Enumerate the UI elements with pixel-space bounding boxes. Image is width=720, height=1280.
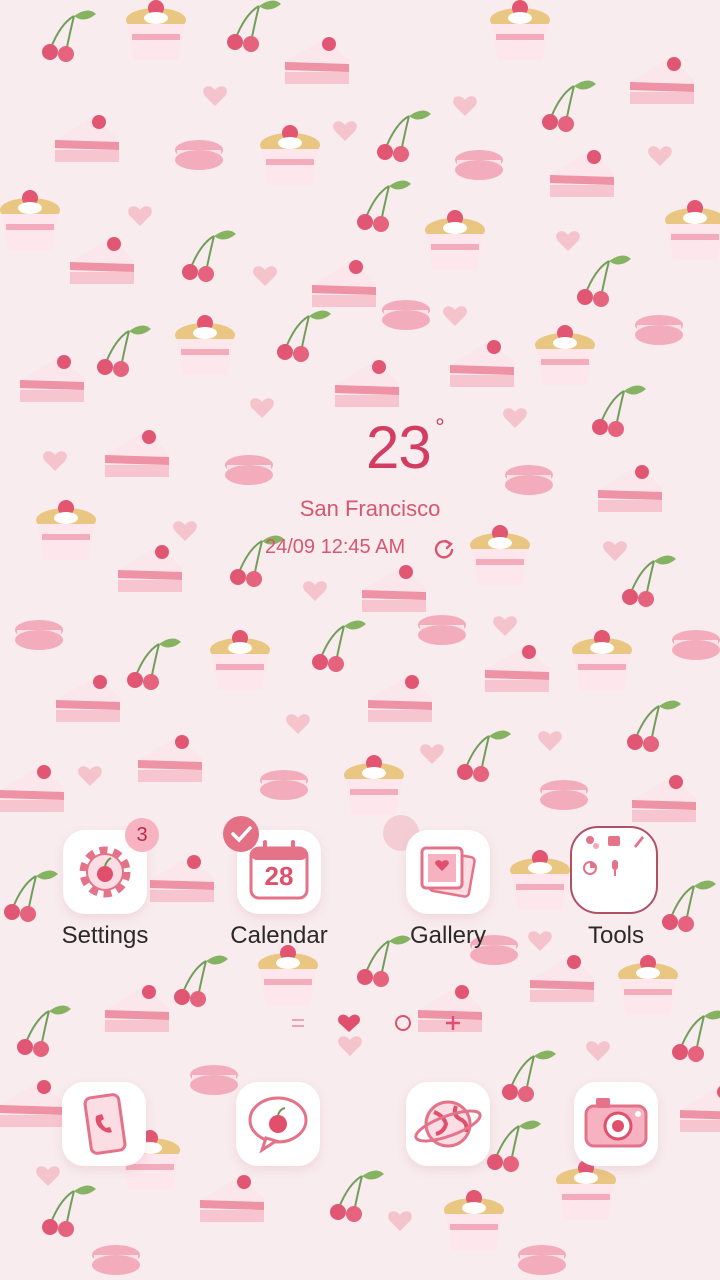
weather-datetime: 24/09 12:45 AM: [265, 536, 406, 558]
page-dot-icon: [395, 1015, 411, 1031]
menu-indicator-icon: [292, 1019, 304, 1027]
dock-messages[interactable]: [236, 1082, 320, 1166]
gallery-tile[interactable]: [406, 830, 490, 914]
notification-badge: 3: [125, 818, 159, 852]
dock-phone[interactable]: [62, 1082, 146, 1166]
app-label-settings: Settings: [61, 922, 149, 949]
tools-folder[interactable]: [570, 826, 658, 914]
add-page-icon: [446, 1016, 460, 1030]
weather-city: San Francisco: [299, 496, 441, 521]
app-label-gallery: Gallery: [409, 922, 487, 949]
selected-check-icon: [223, 816, 259, 852]
temperature-unit: °: [435, 414, 445, 441]
temperature-value: 23: [366, 414, 432, 481]
folder-preview-icons: [583, 836, 644, 876]
app-label-tools: Tools: [587, 922, 645, 949]
internet-icon: [414, 1100, 482, 1148]
refresh-icon[interactable]: [433, 538, 455, 560]
gallery-icon: [420, 846, 476, 898]
home-indicator-icon: [338, 1014, 360, 1032]
calendar-day: 28: [264, 861, 294, 891]
temperature: 23 °: [366, 412, 445, 484]
phone-icon: [83, 1093, 127, 1155]
dock-internet[interactable]: [406, 1082, 490, 1166]
camera-icon: [584, 1098, 648, 1148]
app-label-calendar: Calendar: [230, 922, 328, 949]
dock-camera[interactable]: [574, 1082, 658, 1166]
messages-icon: [248, 1096, 308, 1154]
page-indicator[interactable]: [0, 1012, 720, 1036]
